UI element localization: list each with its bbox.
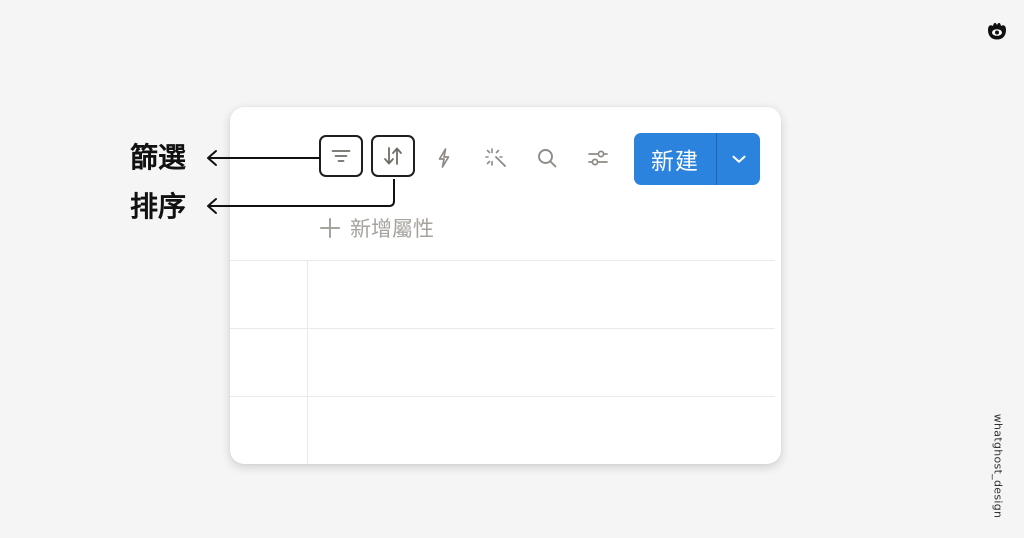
table-row-divider bbox=[230, 260, 775, 261]
sort-icon bbox=[384, 147, 402, 165]
table-row-divider bbox=[230, 396, 775, 397]
sliders-icon bbox=[588, 150, 608, 166]
database-view-card: 新建 新增屬性 bbox=[230, 107, 781, 464]
ai-magic-button[interactable] bbox=[482, 143, 512, 173]
table-row-divider bbox=[230, 328, 775, 329]
filter-button[interactable] bbox=[319, 135, 363, 177]
add-property-button[interactable]: 新增屬性 bbox=[318, 213, 434, 243]
search-icon bbox=[538, 149, 557, 168]
new-button-group: 新建 bbox=[634, 133, 760, 185]
sort-button[interactable] bbox=[371, 135, 415, 177]
view-settings-button[interactable] bbox=[583, 143, 613, 173]
automation-button[interactable] bbox=[429, 143, 459, 173]
chevron-down-icon bbox=[731, 155, 746, 163]
watermark-text: whatghost_design bbox=[991, 413, 1005, 519]
filter-icon bbox=[331, 150, 351, 162]
sort-annotation-label: 排序 bbox=[130, 190, 187, 223]
plus-icon bbox=[320, 218, 340, 238]
add-property-label: 新增屬性 bbox=[350, 217, 434, 241]
new-options-button[interactable] bbox=[717, 133, 760, 185]
lightning-icon bbox=[438, 148, 450, 168]
magic-wand-icon bbox=[485, 148, 506, 167]
filter-annotation-label: 篩選 bbox=[130, 141, 187, 174]
brand-ghost-logo-icon bbox=[988, 22, 1006, 40]
table-column-divider bbox=[307, 260, 308, 464]
search-button[interactable] bbox=[532, 143, 562, 173]
new-button[interactable]: 新建 bbox=[634, 133, 716, 185]
